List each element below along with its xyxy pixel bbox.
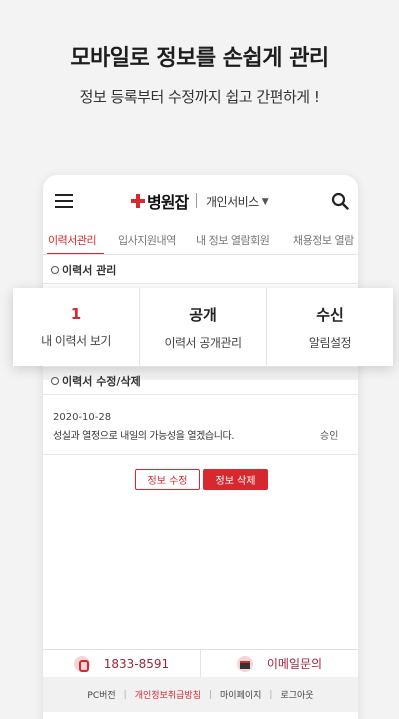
tab-resume-manage[interactable]: 이력서관리 bbox=[48, 232, 97, 248]
tab-application-history[interactable]: 입사지원내역 bbox=[118, 232, 176, 248]
card-label: 이력서 공개관리 bbox=[164, 335, 242, 350]
contact-bar: 1833-8591 이메일문의 bbox=[43, 649, 358, 677]
phone-number: 1833-8591 bbox=[103, 656, 170, 671]
card-notification-settings[interactable]: 수신 알림설정 bbox=[267, 288, 393, 366]
visibility-value: 공개 bbox=[189, 305, 217, 324]
card-view-resume[interactable]: 1 내 이력서 보기 bbox=[13, 288, 140, 366]
resume-date: 2020-10-28 bbox=[53, 412, 112, 423]
edit-info-button[interactable]: 정보 수정 bbox=[135, 469, 200, 490]
logout-link[interactable]: 로그아웃 bbox=[280, 688, 313, 701]
status-badge: 승인 bbox=[320, 431, 339, 442]
service-menu-dropdown[interactable]: 개인서비스 ▼ bbox=[206, 193, 269, 210]
section-resume-manage: 이력서 관리 bbox=[43, 256, 358, 284]
divider: | bbox=[269, 689, 273, 700]
promo-title: 모바일로 정보를 손쉽게 관리 bbox=[70, 46, 329, 71]
resume-quick-cards: 1 내 이력서 보기 공개 이력서 공개관리 수신 알림설정 bbox=[13, 288, 393, 366]
site-logo[interactable]: 병원잡 bbox=[131, 191, 189, 212]
red-cross-icon bbox=[131, 194, 145, 208]
top-bar: 병원잡 개인서비스 ▼ bbox=[43, 175, 358, 227]
search-icon[interactable] bbox=[331, 192, 349, 210]
tab-bar: 이력서관리 입사지원내역 내 정보 열람회원 채용정보 열람 bbox=[43, 227, 358, 255]
resume-list-item[interactable]: 2020-10-28 성실과 열정으로 내일의 가능성을 열겠습니다. 승인 bbox=[43, 401, 358, 455]
tab-profile-viewers[interactable]: 내 정보 열람회원 bbox=[196, 232, 270, 248]
resume-count: 1 bbox=[70, 305, 82, 323]
delete-info-button[interactable]: 정보 삭제 bbox=[203, 469, 268, 490]
notification-value: 수신 bbox=[316, 305, 344, 324]
service-menu-label: 개인서비스 bbox=[206, 195, 259, 209]
card-label: 내 이력서 보기 bbox=[41, 334, 111, 348]
card-label: 알림설정 bbox=[308, 335, 352, 350]
divider: | bbox=[208, 689, 213, 700]
footer-links: PC버전 | 개인정보취급방침 | 마이페이지 | 로그아웃 bbox=[43, 677, 358, 712]
tab-job-views[interactable]: 채용정보 열람 bbox=[293, 232, 354, 248]
phone-icon bbox=[73, 655, 90, 672]
mypage-link[interactable]: 마이페이지 bbox=[220, 688, 261, 701]
resume-title: 성실과 열정으로 내일의 가능성을 열겠습니다. bbox=[53, 431, 235, 442]
phone-screen: 병원잡 개인서비스 ▼ 이력서관리 입사지원내역 내 정보 열람회원 채용정보 … bbox=[43, 175, 358, 719]
circle-bullet-icon bbox=[51, 376, 59, 385]
promo-subtitle: 정보 등록부터 수정까지 쉽고 간편하게 ! bbox=[79, 88, 320, 106]
caret-down-icon: ▼ bbox=[261, 196, 269, 207]
email-inquiry-button[interactable]: 이메일문의 bbox=[201, 650, 358, 677]
circle-bullet-icon bbox=[51, 265, 59, 274]
section-title: 이력서 관리 bbox=[62, 263, 117, 277]
divider bbox=[196, 193, 197, 208]
email-inquiry-label: 이메일문의 bbox=[266, 657, 323, 671]
active-tab-indicator bbox=[47, 253, 104, 254]
logo-text: 병원잡 bbox=[147, 193, 189, 212]
section-resume-edit: 이력서 수정/삭제 bbox=[43, 367, 358, 395]
card-resume-visibility[interactable]: 공개 이력서 공개관리 bbox=[140, 288, 267, 366]
mail-icon bbox=[236, 655, 253, 672]
phone-contact-button[interactable]: 1833-8591 bbox=[43, 650, 201, 677]
hamburger-menu-icon[interactable] bbox=[55, 194, 73, 208]
pc-version-link[interactable]: PC버전 bbox=[87, 688, 115, 701]
divider: | bbox=[123, 689, 127, 700]
section-title: 이력서 수정/삭제 bbox=[62, 374, 141, 388]
privacy-policy-link[interactable]: 개인정보취급방침 bbox=[135, 688, 201, 701]
